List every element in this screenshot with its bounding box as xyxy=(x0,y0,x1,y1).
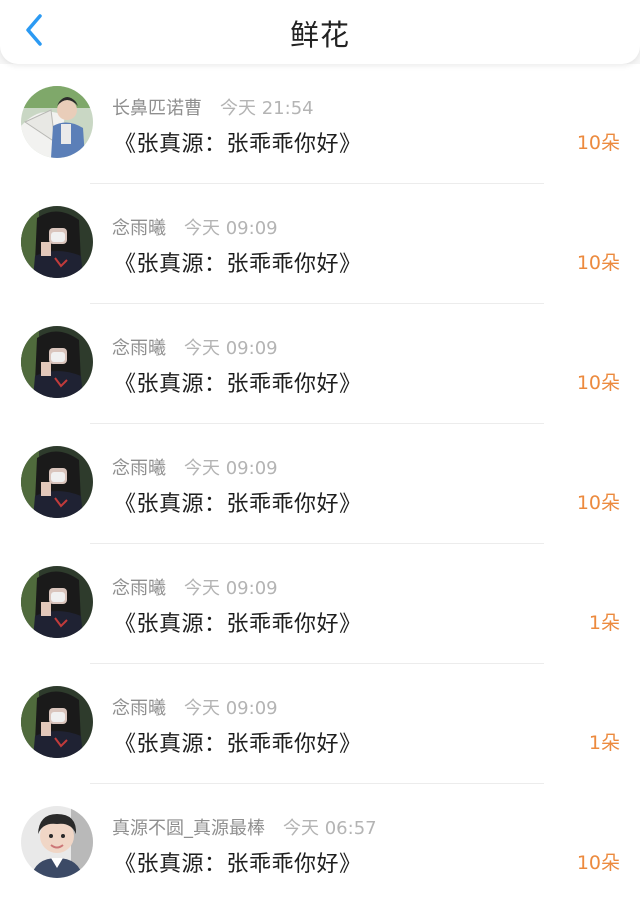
list-item[interactable]: 念雨曦 今天 09:09 《张真源：张乖乖你好》 1朵 xyxy=(0,664,640,784)
item-meta: 念雨曦 今天 09:09 xyxy=(112,334,278,360)
timestamp: 今天 09:09 xyxy=(184,218,278,239)
page-title: 鲜花 xyxy=(289,18,350,52)
username[interactable]: 长鼻匹诺曹 xyxy=(112,98,202,119)
flower-count: 10朵 xyxy=(576,252,620,274)
flower-count: 10朵 xyxy=(576,852,620,874)
timestamp: 今天 06:57 xyxy=(283,818,377,839)
list-item[interactable]: 念雨曦 今天 09:09 《张真源：张乖乖你好》 10朵 xyxy=(0,184,640,304)
list-item[interactable]: 长鼻匹诺曹 今天 21:54 《张真源：张乖乖你好》 10朵 xyxy=(0,64,640,184)
item-meta: 真源不圆_真源最棒 今天 06:57 xyxy=(112,814,377,840)
message-text: 《张真源：张乖乖你好》 xyxy=(114,132,362,157)
avatar[interactable] xyxy=(21,566,93,638)
message-text: 《张真源：张乖乖你好》 xyxy=(114,372,362,397)
list-item[interactable]: 真源不圆_真源最棒 今天 06:57 《张真源：张乖乖你好》 10朵 xyxy=(0,784,640,902)
avatar[interactable] xyxy=(21,446,93,518)
avatar[interactable] xyxy=(21,686,93,758)
username[interactable]: 真源不圆_真源最棒 xyxy=(112,818,265,839)
timestamp: 今天 09:09 xyxy=(184,698,278,719)
item-meta: 长鼻匹诺曹 今天 21:54 xyxy=(112,94,314,120)
username[interactable]: 念雨曦 xyxy=(112,338,166,359)
avatar-girl-photo xyxy=(21,326,93,398)
avatar-girl-photo xyxy=(21,686,93,758)
message-text: 《张真源：张乖乖你好》 xyxy=(114,252,362,277)
flower-count: 1朵 xyxy=(588,732,620,754)
timestamp: 今天 09:09 xyxy=(184,578,278,599)
message-text: 《张真源：张乖乖你好》 xyxy=(114,492,362,517)
avatar-girl-photo xyxy=(21,206,93,278)
avatar[interactable] xyxy=(21,86,93,158)
message-text: 《张真源：张乖乖你好》 xyxy=(114,612,362,637)
flower-list: 长鼻匹诺曹 今天 21:54 《张真源：张乖乖你好》 10朵 念雨曦 今天 09… xyxy=(0,64,640,902)
username[interactable]: 念雨曦 xyxy=(112,458,166,479)
item-meta: 念雨曦 今天 09:09 xyxy=(112,454,278,480)
list-item[interactable]: 念雨曦 今天 09:09 《张真源：张乖乖你好》 1朵 xyxy=(0,544,640,664)
timestamp: 今天 21:54 xyxy=(220,98,314,119)
username[interactable]: 念雨曦 xyxy=(112,698,166,719)
avatar-fan-photo xyxy=(21,86,93,158)
top-bar: 鲜花 xyxy=(0,0,640,64)
avatar[interactable] xyxy=(21,326,93,398)
flower-count: 10朵 xyxy=(576,132,620,154)
item-meta: 念雨曦 今天 09:09 xyxy=(112,574,278,600)
username[interactable]: 念雨曦 xyxy=(112,578,166,599)
item-meta: 念雨曦 今天 09:09 xyxy=(112,694,278,720)
flower-count: 10朵 xyxy=(576,372,620,394)
timestamp: 今天 09:09 xyxy=(184,458,278,479)
flower-count: 10朵 xyxy=(576,492,620,514)
avatar-boy-photo xyxy=(21,806,93,878)
avatar[interactable] xyxy=(21,806,93,878)
timestamp: 今天 09:09 xyxy=(184,338,278,359)
username[interactable]: 念雨曦 xyxy=(112,218,166,239)
flower-count: 1朵 xyxy=(588,612,620,634)
avatar-girl-photo xyxy=(21,446,93,518)
avatar[interactable] xyxy=(21,206,93,278)
app-screen: 鲜花 长鼻匹诺曹 今天 21:54 《张真源：张乖乖你好》 10朵 念雨曦 今天… xyxy=(0,0,640,902)
list-item[interactable]: 念雨曦 今天 09:09 《张真源：张乖乖你好》 10朵 xyxy=(0,424,640,544)
avatar-girl-photo xyxy=(21,566,93,638)
item-meta: 念雨曦 今天 09:09 xyxy=(112,214,278,240)
list-item[interactable]: 念雨曦 今天 09:09 《张真源：张乖乖你好》 10朵 xyxy=(0,304,640,424)
message-text: 《张真源：张乖乖你好》 xyxy=(114,732,362,757)
message-text: 《张真源：张乖乖你好》 xyxy=(114,852,362,877)
